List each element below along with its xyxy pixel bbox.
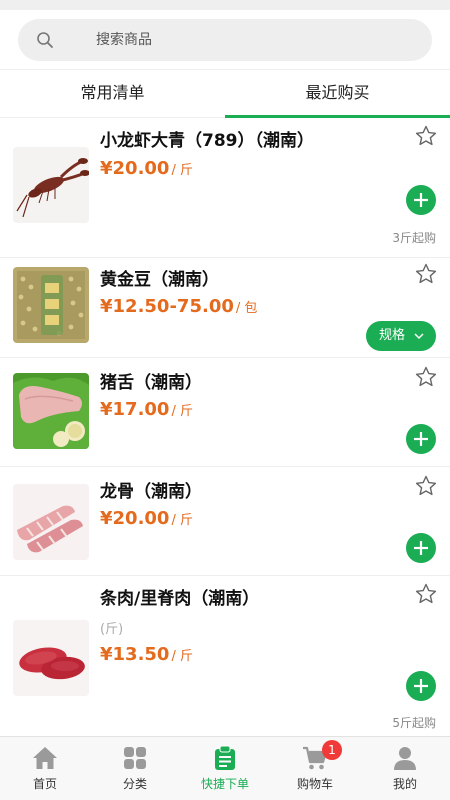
tabbar-label: 我的 bbox=[392, 777, 417, 791]
price-unit: / 包 bbox=[235, 301, 258, 316]
profile-icon bbox=[394, 747, 416, 770]
chevron-down-icon bbox=[414, 333, 424, 340]
tabbar-category[interactable]: 分类 bbox=[90, 737, 180, 800]
product-name: 条肉/里脊肉（潮南） bbox=[100, 589, 260, 609]
favorite-star-icon[interactable] bbox=[414, 124, 438, 148]
list-tabs: 常用清单 最近购买 bbox=[0, 70, 450, 118]
minimum-order-text: 5斤起购 bbox=[392, 716, 436, 730]
tab-frequent-list[interactable]: 常用清单 bbox=[0, 70, 225, 118]
search-input[interactable] bbox=[96, 19, 396, 61]
category-icon bbox=[124, 747, 146, 769]
add-to-cart-button[interactable] bbox=[406, 185, 436, 215]
product-name: 小龙虾大青（789）（潮南） bbox=[100, 131, 314, 151]
price-unit: / 斤 bbox=[171, 513, 193, 528]
status-bar bbox=[0, 0, 450, 10]
spec-button-label: 规格 bbox=[379, 328, 406, 343]
tabbar-cart[interactable]: 1 购物车 bbox=[270, 737, 360, 800]
tabbar-label: 快捷下单 bbox=[200, 777, 249, 791]
product-image bbox=[13, 484, 89, 560]
product-name: 黄金豆（潮南） bbox=[100, 270, 219, 290]
add-to-cart-button[interactable] bbox=[406, 424, 436, 454]
price-value: ¥17.00 bbox=[100, 399, 170, 420]
price-value: ¥12.50-75.00 bbox=[100, 296, 234, 317]
product-item[interactable]: 龙骨（潮南） ¥20.00/ 斤 bbox=[0, 467, 450, 576]
product-image bbox=[13, 267, 89, 343]
tabbar-home[interactable]: 首页 bbox=[0, 737, 90, 800]
price-unit: / 斤 bbox=[171, 649, 193, 664]
product-price: ¥20.00/ 斤 bbox=[100, 508, 193, 529]
search-icon bbox=[37, 32, 53, 48]
tab-recent-purchases[interactable]: 最近购买 bbox=[225, 70, 450, 118]
plus-icon bbox=[414, 679, 428, 693]
product-image bbox=[13, 373, 89, 449]
product-item[interactable]: 小龙虾大青（789）（潮南） ¥20.00/ 斤 3斤起购 bbox=[0, 118, 450, 258]
product-price: ¥17.00/ 斤 bbox=[100, 399, 193, 420]
favorite-star-icon[interactable] bbox=[414, 474, 438, 498]
tabbar-profile[interactable]: 我的 bbox=[360, 737, 450, 800]
favorite-star-icon[interactable] bbox=[414, 262, 438, 286]
favorite-star-icon[interactable] bbox=[414, 365, 438, 389]
product-item[interactable]: 猪舌（潮南） ¥17.00/ 斤 bbox=[0, 358, 450, 467]
cart-count-badge: 1 bbox=[322, 740, 342, 760]
product-image bbox=[13, 620, 89, 696]
tabbar-label: 购物车 bbox=[296, 777, 333, 791]
quick-order-icon bbox=[215, 745, 235, 770]
product-list: 小龙虾大青（789）（潮南） ¥20.00/ 斤 3斤起购 黄金豆（潮南） ¥1… bbox=[0, 118, 450, 736]
price-value: ¥20.00 bbox=[100, 508, 170, 529]
search-bar bbox=[0, 10, 450, 70]
product-name: 龙骨（潮南） bbox=[100, 482, 202, 502]
home-icon bbox=[33, 747, 57, 769]
spec-select-button[interactable]: 规格 bbox=[366, 321, 436, 351]
tabbar-label: 分类 bbox=[122, 777, 147, 791]
product-price: ¥13.50/ 斤 bbox=[100, 644, 193, 665]
plus-icon bbox=[414, 432, 428, 446]
price-unit: / 斤 bbox=[171, 163, 193, 178]
favorite-star-icon[interactable] bbox=[414, 582, 438, 606]
product-spec-note: (斤) bbox=[100, 622, 124, 637]
tabbar-quick-order[interactable]: 快捷下单 bbox=[180, 737, 270, 800]
price-value: ¥13.50 bbox=[100, 644, 170, 665]
product-price: ¥12.50-75.00/ 包 bbox=[100, 296, 257, 317]
minimum-order-text: 3斤起购 bbox=[392, 231, 436, 245]
price-unit: / 斤 bbox=[171, 404, 193, 419]
tabbar-label: 首页 bbox=[32, 777, 57, 791]
product-item[interactable]: 条肉/里脊肉（潮南） (斤) ¥13.50/ 斤 5斤起购 bbox=[0, 576, 450, 736]
search-box[interactable] bbox=[18, 19, 432, 61]
product-item[interactable]: 黄金豆（潮南） ¥12.50-75.00/ 包 规格 bbox=[0, 258, 450, 358]
plus-icon bbox=[414, 193, 428, 207]
add-to-cart-button[interactable] bbox=[406, 671, 436, 701]
product-image bbox=[13, 147, 89, 223]
price-value: ¥20.00 bbox=[100, 158, 170, 179]
add-to-cart-button[interactable] bbox=[406, 533, 436, 563]
bottom-tab-bar: 首页 分类 快捷下单 1 购物车 我的 bbox=[0, 736, 450, 800]
plus-icon bbox=[414, 541, 428, 555]
product-price: ¥20.00/ 斤 bbox=[100, 158, 193, 179]
product-name: 猪舌（潮南） bbox=[100, 373, 202, 393]
